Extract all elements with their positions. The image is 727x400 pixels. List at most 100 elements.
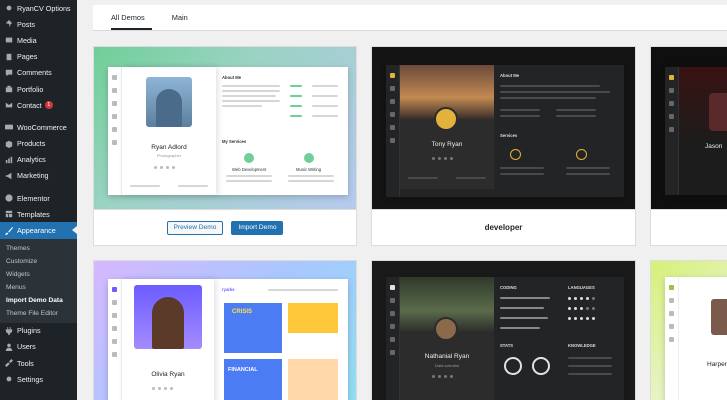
demo-card-nathanial[interactable]: Nathanial Ryan Data scientist CODING LAN… [371, 260, 636, 400]
sidebar-item-tools[interactable]: Tools [0, 355, 77, 371]
avatar [434, 107, 458, 131]
demo-tabs: All Demos Main [93, 5, 727, 31]
demo-card-partial[interactable]: Harper [650, 260, 727, 400]
submenu-item-widgets[interactable]: Widgets [0, 268, 77, 281]
pin-icon [4, 20, 13, 29]
sidebar-item-label: RyanCV Options [17, 3, 71, 13]
media-icon [4, 36, 13, 45]
demo-thumbnail[interactable]: Jason [651, 47, 727, 212]
sidebar-item-label: Analytics [17, 155, 46, 165]
card-title-bar [651, 209, 727, 245]
sidebar-item-label: Users [17, 342, 36, 352]
sidebar-item-label: Marketing [17, 171, 49, 181]
preview-demo-button[interactable]: Preview Demo [166, 220, 224, 235]
sidebar-item-label: Comments [17, 68, 52, 78]
sidebar-item-label: Plugins [17, 326, 41, 336]
tab-all-demos[interactable]: All Demos [111, 13, 152, 30]
comment-icon [4, 68, 13, 77]
sidebar-item-posts[interactable]: Posts [0, 16, 77, 32]
demo-card-developer[interactable]: Tony Ryan About Me Services developer [371, 46, 636, 246]
brush-icon [4, 226, 13, 235]
submenu-item-customize[interactable]: Customize [0, 255, 77, 268]
sidebar-item-woocommerce[interactable]: WooCommerce [0, 119, 77, 135]
service-music: Music Writing [296, 167, 322, 172]
sidebar-item-label: Elementor [17, 193, 50, 203]
person-name: Olivia Ryan [151, 371, 185, 378]
sidebar-item-appearance[interactable]: Appearance [0, 222, 77, 239]
tile-financial: FINANCIAL [228, 367, 258, 373]
sidebar-item-analytics[interactable]: Analytics [0, 152, 77, 168]
submenu-item-import-demo-data[interactable]: Import Demo Data [0, 294, 77, 307]
sidebar-item-label: Appearance [17, 226, 56, 236]
section-services: Services [500, 133, 518, 138]
products-icon [4, 139, 13, 148]
person-name: Jason [705, 143, 723, 150]
sidebar-item-templates[interactable]: Templates [0, 206, 77, 222]
demo-card-olivia[interactable]: Olivia Ryan ryarks CRISIS FINANCIAL [93, 260, 357, 400]
demo-card-partial[interactable]: Jason [650, 46, 727, 246]
person-subtitle: Photographer [156, 153, 182, 158]
resume-mockup: Olivia Ryan ryarks CRISIS FINANCIAL [108, 279, 348, 400]
demo-thumbnail[interactable]: Tony Ryan About Me Services [372, 47, 635, 212]
submenu-item-themes[interactable]: Themes [0, 242, 77, 255]
person-name: Ryan Adlord [151, 144, 187, 151]
demo-card-photographer[interactable]: Ryan Adlord Photographer About Me My Ser… [93, 46, 357, 246]
tools-icon [4, 359, 13, 368]
sidebar-item-label: Products [17, 139, 46, 149]
sidebar-item-pages[interactable]: Pages [0, 49, 77, 65]
person-name: Nathanial Ryan [424, 353, 470, 360]
sidebar-item-label: Templates [17, 209, 50, 219]
mail-icon [4, 101, 13, 110]
card-actions: Preview Demo Import Demo [94, 209, 356, 245]
submenu-item-menus[interactable]: Menus [0, 281, 77, 294]
sidebar-item-plugins[interactable]: Plugins [0, 323, 77, 339]
sidebar-item-comments[interactable]: Comments [0, 65, 77, 81]
sidebar-item-marketing[interactable]: Marketing [0, 168, 77, 184]
person-subtitle: Data scientist [434, 363, 459, 368]
section-about: About Me [500, 73, 520, 78]
templates-icon [4, 210, 13, 219]
import-demo-button[interactable]: Import Demo [231, 220, 284, 235]
portfolio-icon [4, 85, 13, 94]
sidebar-item-label: Pages [17, 52, 38, 62]
avatar [711, 299, 727, 335]
sidebar-item-label: Media [17, 35, 37, 45]
person-name: Tony Ryan [431, 141, 463, 148]
section-stats: STATS [500, 343, 514, 348]
demo-name: developer [484, 223, 523, 232]
elementor-icon [4, 194, 13, 203]
megaphone-icon [4, 171, 13, 180]
resume-mockup: Jason [665, 67, 727, 195]
sidebar-item-contact[interactable]: Contact 1 [0, 97, 77, 113]
submenu-item-theme-file-editor[interactable]: Theme File Editor [0, 307, 77, 320]
appearance-submenu: Themes Customize Widgets Menus Import Demo D… [0, 238, 77, 323]
tile-crisis: CRISIS [232, 309, 253, 315]
sidebar-item-media[interactable]: Media [0, 32, 77, 48]
demo-thumbnail[interactable]: Olivia Ryan ryarks CRISIS FINANCIAL [94, 261, 356, 400]
demo-thumbnail[interactable]: Ryan Adlord Photographer About Me My Ser… [94, 47, 356, 212]
sidebar-item-products[interactable]: Products [0, 136, 77, 152]
sidebar-item-ryancv-options[interactable]: RyanCV Options [0, 0, 77, 16]
section-about: About Me [222, 75, 242, 80]
sidebar-item-settings[interactable]: Settings [0, 371, 77, 387]
section-knowledge: KNOWLEDGE [568, 343, 596, 348]
sidebar-item-users[interactable]: Users [0, 339, 77, 355]
demo-thumbnail[interactable]: Harper [651, 261, 727, 400]
analytics-icon [4, 155, 13, 164]
tab-main[interactable]: Main [172, 13, 195, 30]
settings-icon [4, 375, 13, 384]
woo-icon [4, 123, 13, 132]
sidebar-item-label: Posts [17, 19, 35, 29]
section-services: My Services [222, 139, 247, 144]
sidebar-item-elementor[interactable]: Elementor [0, 190, 77, 206]
resume-mockup: Tony Ryan About Me Services [386, 65, 624, 197]
sidebar-item-label: Portfolio [17, 84, 44, 94]
section-languages: LANGUAGES [568, 285, 595, 290]
plugin-icon [4, 326, 13, 335]
sidebar-item-portfolio[interactable]: Portfolio [0, 81, 77, 97]
resume-mockup: Harper [665, 277, 727, 400]
sidebar-item-label: Contact [17, 100, 42, 110]
admin-sidebar: RyanCV Options Posts Media Pages Comments Por… [0, 0, 77, 400]
avatar [434, 317, 458, 341]
demo-thumbnail[interactable]: Nathanial Ryan Data scientist CODING LAN… [372, 261, 635, 400]
